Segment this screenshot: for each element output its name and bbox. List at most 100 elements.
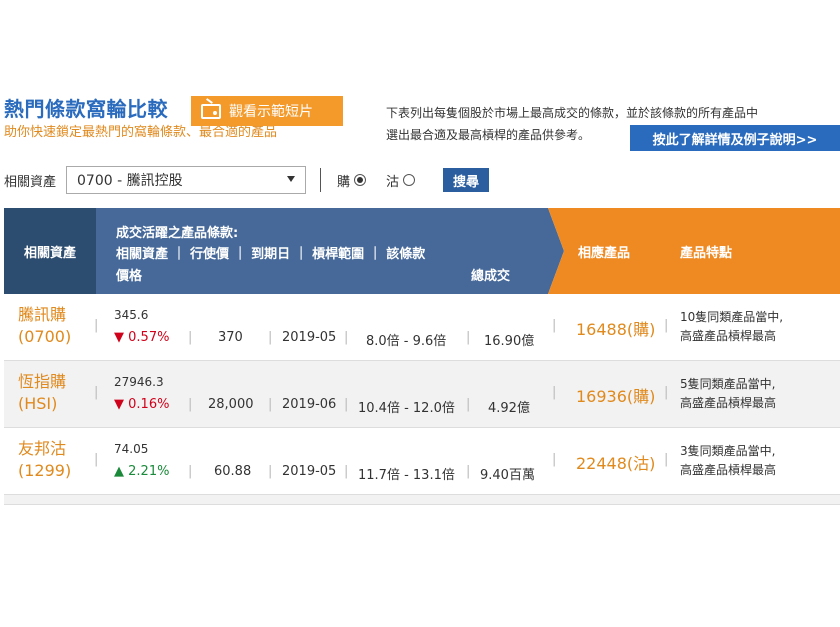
feature-line2: 高盛產品槓桿最高 bbox=[680, 329, 777, 343]
warrant-table: 相關資產 成交活躍之產品條款: 相關資產 ｜ 行使價 ｜ 到期日 ｜ 槓桿範圍 … bbox=[4, 208, 840, 505]
header-features: 產品特點 bbox=[680, 246, 733, 261]
strike-price: 370 bbox=[218, 330, 243, 345]
strike-price: 28,000 bbox=[208, 397, 254, 412]
feature-line1: 3隻同類產品當中, bbox=[680, 444, 776, 458]
leverage-range: 8.0倍 - 9.6倍 bbox=[366, 334, 447, 349]
product-feature: 10隻同類產品當中, 高盛產品槓桿最高 bbox=[680, 308, 783, 346]
arrow-down-icon: ▼ bbox=[114, 397, 124, 412]
product-feature: 5隻同類產品當中, 高盛產品槓桿最高 bbox=[680, 375, 776, 413]
divider: | bbox=[188, 330, 193, 345]
price-change: ▲ 2.21% bbox=[114, 464, 169, 479]
price-change: ▼ 0.57% bbox=[114, 330, 169, 345]
radio-call-indicator[interactable] bbox=[354, 174, 367, 186]
asset-select[interactable]: 0700 - 騰訊控股 bbox=[66, 166, 307, 194]
asset-name[interactable]: 騰訊購 (0700) bbox=[18, 304, 71, 348]
page-subtitle: 助你快速鎖定最熱門的窩輪條款、最合適的產品 bbox=[4, 125, 278, 140]
expiry-date: 2019-06 bbox=[282, 397, 337, 412]
search-button[interactable]: 搜尋 bbox=[443, 168, 490, 192]
header-product: 相應產品 bbox=[578, 246, 631, 261]
divider bbox=[320, 168, 322, 192]
asset-name-text: 騰訊購 bbox=[18, 305, 67, 324]
asset-select-value: 0700 - 騰訊控股 bbox=[77, 173, 183, 189]
asset-price: 74.05 bbox=[114, 442, 149, 456]
table-row: 恆指購 (HSI) | 27946.3 ▼ 0.16% | 28,000 | 2… bbox=[4, 361, 840, 428]
radio-put[interactable]: 沽 bbox=[386, 171, 416, 190]
asset-filter-label: 相關資產 bbox=[4, 174, 57, 190]
change-percent: 2.21% bbox=[128, 464, 170, 479]
product-link[interactable]: 16936(購) bbox=[576, 383, 655, 407]
divider: | bbox=[466, 397, 471, 412]
divider: | bbox=[94, 452, 99, 467]
table-header: 相關資產 成交活躍之產品條款: 相關資產 ｜ 行使價 ｜ 到期日 ｜ 槓桿範圍 … bbox=[4, 208, 840, 294]
arrow-up-icon: ▲ bbox=[114, 464, 124, 479]
table-footer-strip bbox=[4, 495, 840, 505]
product-feature: 3隻同類產品當中, 高盛產品槓桿最高 bbox=[680, 442, 776, 480]
header-terms-price: 價格 bbox=[116, 269, 143, 284]
divider: | bbox=[552, 385, 557, 400]
divider: | bbox=[344, 330, 349, 345]
strike-price: 60.88 bbox=[214, 464, 252, 479]
leverage-range: 11.7倍 - 13.1倍 bbox=[358, 468, 455, 483]
header-terms-volume: 總成交 bbox=[471, 269, 511, 284]
price-change: ▼ 0.16% bbox=[114, 397, 169, 412]
asset-price: 27946.3 bbox=[114, 375, 164, 389]
filter-bar: 相關資產 0700 - 騰訊控股 購 沽 搜尋 bbox=[4, 166, 490, 194]
table-row: 友邦沽 (1299) | 74.05 ▲ 2.21% | 60.88 | 201… bbox=[4, 428, 840, 495]
radio-put-indicator[interactable] bbox=[403, 174, 416, 186]
radio-call-label: 購 bbox=[337, 174, 351, 190]
asset-name[interactable]: 恆指購 (HSI) bbox=[18, 371, 66, 415]
divider: | bbox=[344, 397, 349, 412]
table-row: 騰訊購 (0700) | 345.6 ▼ 0.57% | 370 | 2019-… bbox=[4, 294, 840, 361]
asset-price: 345.6 bbox=[114, 308, 149, 322]
divider: | bbox=[664, 452, 669, 467]
divider: | bbox=[344, 464, 349, 479]
leverage-range: 10.4倍 - 12.0倍 bbox=[358, 401, 455, 416]
divider: | bbox=[268, 330, 273, 345]
header-terms: 成交活躍之產品條款: 相關資產 ｜ 行使價 ｜ 到期日 ｜ 槓桿範圍 ｜ 該條款… bbox=[96, 208, 564, 294]
feature-line1: 5隻同類產品當中, bbox=[680, 377, 776, 391]
asset-code: (HSI) bbox=[18, 394, 58, 413]
total-volume: 16.90億 bbox=[484, 334, 535, 349]
product-link[interactable]: 16488(購) bbox=[576, 316, 655, 340]
asset-name-text: 恆指購 bbox=[18, 372, 67, 391]
header-product-group: 相應產品 產品特點 bbox=[548, 208, 840, 294]
tv-icon bbox=[201, 103, 221, 119]
header-asset: 相關資產 bbox=[4, 208, 96, 294]
watch-video-label: 觀看示範短片 bbox=[229, 104, 313, 120]
divider: | bbox=[664, 318, 669, 333]
watch-video-button[interactable]: 觀看示範短片 bbox=[191, 96, 343, 126]
header-terms-title: 成交活躍之產品條款: bbox=[116, 226, 239, 241]
asset-name[interactable]: 友邦沽 (1299) bbox=[18, 438, 71, 482]
change-percent: 0.16% bbox=[128, 397, 170, 412]
divider: | bbox=[664, 385, 669, 400]
divider: | bbox=[94, 385, 99, 400]
radio-call[interactable]: 購 bbox=[337, 171, 367, 190]
expiry-date: 2019-05 bbox=[282, 330, 337, 345]
divider: | bbox=[268, 464, 273, 479]
asset-code: (0700) bbox=[18, 327, 72, 346]
feature-line2: 高盛產品槓桿最高 bbox=[680, 396, 777, 410]
chevron-down-icon bbox=[287, 176, 296, 182]
description-line1: 下表列出每隻個股於市場上最高成交的條款，並於該條款的所有產品中 bbox=[386, 106, 759, 120]
divider: | bbox=[466, 330, 471, 345]
divider: | bbox=[94, 318, 99, 333]
asset-code: (1299) bbox=[18, 461, 72, 480]
expiry-date: 2019-05 bbox=[282, 464, 337, 479]
header-terms-columns: 相關資產 ｜ 行使價 ｜ 到期日 ｜ 槓桿範圍 ｜ 該條款 bbox=[116, 247, 426, 262]
asset-name-text: 友邦沽 bbox=[18, 439, 67, 458]
arrow-down-icon: ▼ bbox=[114, 330, 124, 345]
divider: | bbox=[552, 318, 557, 333]
divider: | bbox=[188, 464, 193, 479]
divider: | bbox=[466, 464, 471, 479]
feature-line2: 高盛產品槓桿最高 bbox=[680, 463, 777, 477]
total-volume: 4.92億 bbox=[488, 401, 530, 416]
radio-put-label: 沽 bbox=[386, 174, 400, 190]
divider: | bbox=[268, 397, 273, 412]
change-percent: 0.57% bbox=[128, 330, 170, 345]
details-button[interactable]: 按此了解詳情及例子說明>> bbox=[630, 125, 840, 151]
feature-line1: 10隻同類產品當中, bbox=[680, 310, 784, 324]
product-link[interactable]: 22448(沽) bbox=[576, 450, 655, 474]
divider: | bbox=[552, 452, 557, 467]
total-volume: 9.40百萬 bbox=[480, 468, 535, 483]
divider: | bbox=[188, 397, 193, 412]
